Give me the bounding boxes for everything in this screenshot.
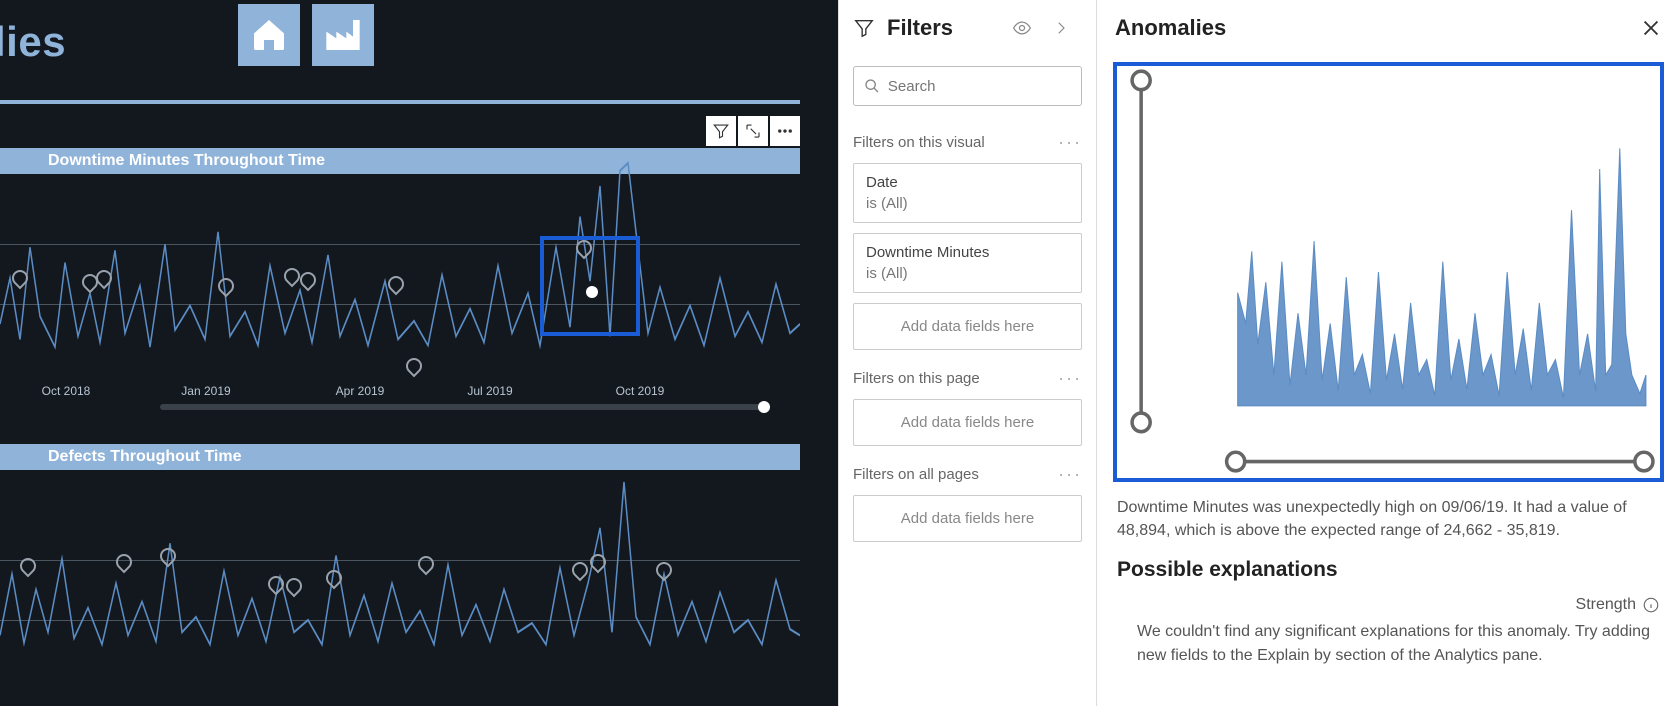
- downtime-chart[interactable]: Downtime Minutes Throughout Time Oct 201…: [0, 148, 800, 404]
- filter-name: Date: [866, 174, 1069, 191]
- add-fields-dropzone[interactable]: Add data fields here: [853, 303, 1082, 350]
- chart-scrollbar[interactable]: [160, 404, 770, 410]
- section-title: Filters on this page: [853, 370, 1058, 387]
- info-icon[interactable]: [1642, 596, 1660, 614]
- filters-pane-header: Filters: [839, 0, 1096, 56]
- search-input[interactable]: [888, 78, 1071, 95]
- anomalies-preview-chart[interactable]: [1113, 62, 1664, 482]
- x-tick-label: Apr 2019: [336, 384, 385, 398]
- anomalies-pane: Anomalies Downtime Minutes was unexpecte…: [1096, 0, 1680, 706]
- section-more-button[interactable]: ···: [1058, 368, 1082, 389]
- section-more-button[interactable]: ···: [1058, 464, 1082, 485]
- eye-icon[interactable]: [1012, 17, 1032, 39]
- filters-visual-section: Filters on this visual ··· Date is (All)…: [839, 120, 1096, 356]
- home-button[interactable]: [238, 4, 300, 66]
- home-icon: [249, 15, 289, 55]
- defects-chart[interactable]: Defects Throughout Time: [0, 444, 800, 700]
- filters-search[interactable]: [853, 66, 1082, 106]
- section-more-button[interactable]: ···: [1058, 132, 1082, 153]
- chart-plot-area: Oct 2018 Jan 2019 Apr 2019 Jul 2019 Oct …: [0, 174, 800, 404]
- ellipsis-icon: [776, 122, 794, 140]
- strength-label-row: Strength: [1097, 590, 1680, 616]
- focus-icon: [744, 122, 762, 140]
- add-fields-dropzone[interactable]: Add data fields here: [853, 399, 1082, 446]
- filters-pane: Filters Filters on this visual ··· Date …: [838, 0, 1096, 706]
- filters-title: Filters: [887, 15, 1012, 41]
- add-fields-dropzone[interactable]: Add data fields here: [853, 495, 1082, 542]
- filter-value: is (All): [866, 265, 1069, 282]
- page-title: nomalies: [0, 18, 66, 66]
- funnel-icon: [853, 17, 875, 39]
- funnel-icon: [712, 122, 730, 140]
- explanations-body: We couldn't find any significant explana…: [1097, 616, 1680, 684]
- x-tick-label: Jan 2019: [181, 384, 230, 398]
- header-divider: [0, 100, 800, 104]
- line-series: [0, 140, 800, 370]
- scroll-thumb[interactable]: [758, 401, 770, 413]
- x-tick-label: Jul 2019: [467, 384, 512, 398]
- filter-card-date[interactable]: Date is (All): [853, 163, 1082, 223]
- anomaly-highlight-box: [540, 236, 640, 336]
- anomaly-description: Downtime Minutes was unexpectedly high o…: [1097, 482, 1680, 550]
- chart-plot-area: [0, 470, 800, 700]
- filter-name: Downtime Minutes: [866, 244, 1069, 261]
- filter-card-downtime[interactable]: Downtime Minutes is (All): [853, 233, 1082, 293]
- factory-icon: [323, 15, 363, 55]
- x-tick-label: Oct 2018: [42, 384, 91, 398]
- chevron-right-icon[interactable]: [1052, 17, 1070, 39]
- search-icon: [864, 77, 880, 95]
- factory-button[interactable]: [312, 4, 374, 66]
- filters-all-section: Filters on all pages ··· Add data fields…: [839, 452, 1096, 548]
- report-canvas: nomalies Downtime Minutes Throughout Tim…: [0, 0, 838, 706]
- filters-page-section: Filters on this page ··· Add data fields…: [839, 356, 1096, 452]
- line-series: [0, 436, 800, 666]
- filter-value: is (All): [866, 195, 1069, 212]
- strength-label: Strength: [1576, 596, 1636, 614]
- x-tick-label: Oct 2019: [616, 384, 665, 398]
- close-icon[interactable]: [1640, 17, 1662, 39]
- section-title: Filters on all pages: [853, 466, 1058, 483]
- anomalies-title: Anomalies: [1115, 15, 1640, 41]
- section-title: Filters on this visual: [853, 134, 1058, 151]
- anomalies-header: Anomalies: [1097, 0, 1680, 56]
- explanations-heading: Possible explanations: [1117, 558, 1660, 582]
